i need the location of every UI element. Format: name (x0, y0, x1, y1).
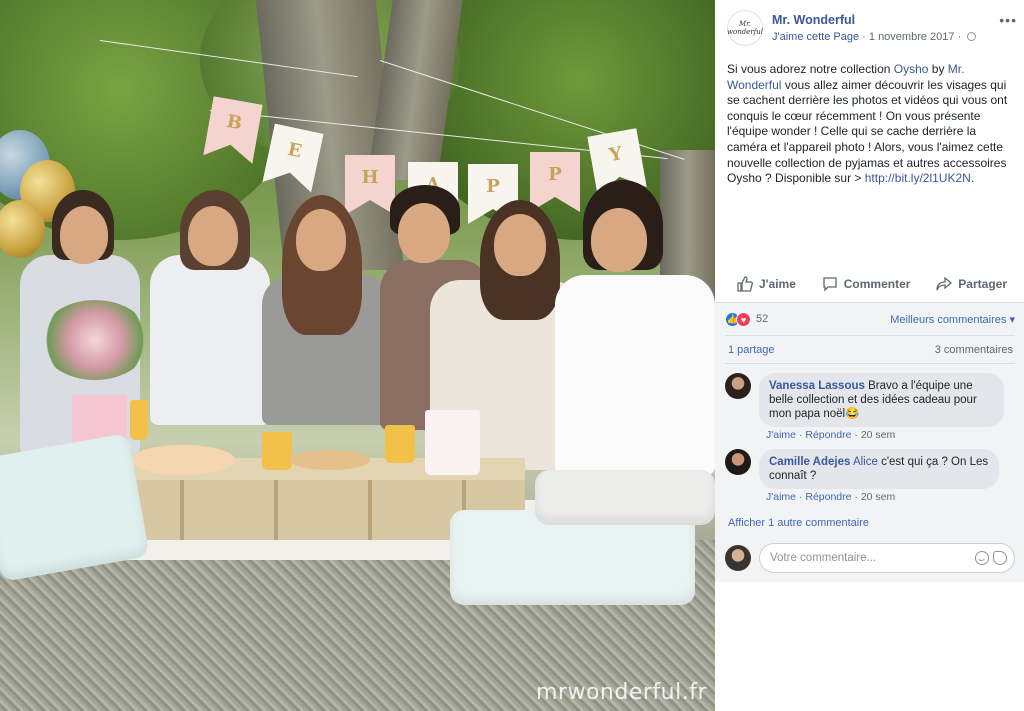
avatar[interactable] (725, 449, 751, 475)
laughing-emoji: 😂 (845, 408, 860, 420)
page-name[interactable]: Mr. Wonderful (772, 13, 855, 27)
cake-stand (425, 410, 480, 475)
chevron-down-icon: ▾ (1009, 314, 1015, 326)
divider (725, 335, 1015, 336)
avatar[interactable] (725, 373, 751, 399)
reactions-row: 👍 ♥ 52 Meilleurs commentaires ▾ (725, 311, 1015, 329)
comment-icon (823, 277, 837, 292)
post-photo[interactable]: B E H A P P Y mrwonderful.fr (0, 0, 715, 711)
mentioned-user[interactable]: Alice (853, 456, 878, 468)
comment-button[interactable]: Commenter (812, 270, 921, 298)
drink-glass (385, 425, 415, 463)
watermark: mrwonderful.fr (535, 680, 707, 705)
share-icon (936, 276, 953, 291)
share-label: Partager (958, 277, 1007, 291)
post-text-part: by (928, 62, 948, 76)
meta-separator: · (862, 31, 866, 43)
thumbs-up-icon (737, 276, 753, 292)
post-text-part: . (970, 171, 975, 186)
comment-author[interactable]: Camille Adejes (769, 456, 850, 468)
drink-glass (130, 400, 148, 440)
comment-time[interactable]: 20 sem (861, 429, 895, 441)
flower-bouquet (40, 300, 150, 380)
sort-label: Meilleurs commentaires (890, 314, 1007, 326)
comment-label: Commenter (843, 277, 911, 291)
post-header: Mr. wonderful Mr. Wonderful J'aime cette … (727, 10, 1017, 50)
love-reaction-icon[interactable]: ♥ (736, 312, 751, 327)
comment-time[interactable]: 20 sem (861, 491, 895, 503)
like-label: J'aime (759, 277, 796, 291)
comment-meta: J'aime · Répondre · 20 sem (766, 491, 896, 503)
divider (725, 363, 1015, 364)
page-avatar[interactable]: Mr. wonderful (727, 10, 763, 46)
post-text-part: vous allez aimer découvrir les visages q… (727, 77, 1008, 186)
post-actions: J'aime Commenter Partager (727, 270, 1017, 298)
avatar (725, 545, 751, 571)
like-page-link[interactable]: J'aime cette Page (772, 31, 859, 43)
reply-row (725, 543, 1015, 573)
comment-like-link[interactable]: J'aime (766, 491, 796, 503)
post-text: Si vous adorez notre collection Oysho by… (727, 62, 1017, 187)
plate (130, 445, 235, 475)
sticker-icon[interactable] (993, 551, 1007, 565)
cushion (0, 432, 150, 583)
comment-reply-link[interactable]: Répondre (805, 429, 851, 441)
post-meta: J'aime cette Page · 1 novembre 2017 · (772, 31, 977, 43)
emoji-icon[interactable] (975, 551, 989, 565)
comment: Vanessa Lassous Bravo a l'équipe une bel… (725, 373, 1015, 441)
show-more-comments-link[interactable]: Afficher 1 autre commentaire (728, 517, 869, 529)
share-count[interactable]: 1 partage (728, 344, 774, 356)
gold-balloon (0, 200, 45, 258)
comment-bubble: Vanessa Lassous Bravo a l'équipe une bel… (759, 373, 1004, 427)
comment: Camille Adejes Alice c'est qui ça ? On L… (725, 449, 1015, 509)
drink-glass (262, 432, 292, 470)
comment-author[interactable]: Vanessa Lassous (769, 380, 865, 392)
post-url-link[interactable]: http://bit.ly/2l1UK2N (865, 171, 971, 185)
like-button[interactable]: J'aime (727, 270, 806, 298)
post-sidebar: Mr. wonderful Mr. Wonderful J'aime cette … (715, 0, 1024, 711)
comment-count[interactable]: 3 commentaires (935, 344, 1013, 356)
post-date[interactable]: 1 novembre 2017 (869, 31, 955, 43)
comment-bubble: Camille Adejes Alice c'est qui ça ? On L… (759, 449, 999, 489)
comment-like-link[interactable]: J'aime (766, 429, 796, 441)
comment-reply-link[interactable]: Répondre (805, 491, 851, 503)
oysho-link[interactable]: Oysho (894, 62, 929, 76)
cushion (535, 470, 715, 525)
share-button[interactable]: Partager (926, 270, 1017, 298)
meta-separator: · (957, 31, 962, 43)
post-text-part: Si vous adorez notre collection (727, 62, 894, 76)
comment-meta: J'aime · Répondre · 20 sem (766, 429, 896, 441)
comment-sort-dropdown[interactable]: Meilleurs commentaires ▾ (890, 313, 1015, 326)
plate (290, 450, 370, 470)
globe-icon (967, 32, 977, 41)
comments-section: 👍 ♥ 52 Meilleurs commentaires ▾ 1 partag… (715, 302, 1024, 582)
more-options-icon[interactable]: ••• (999, 12, 1017, 28)
reaction-count[interactable]: 52 (756, 313, 768, 325)
